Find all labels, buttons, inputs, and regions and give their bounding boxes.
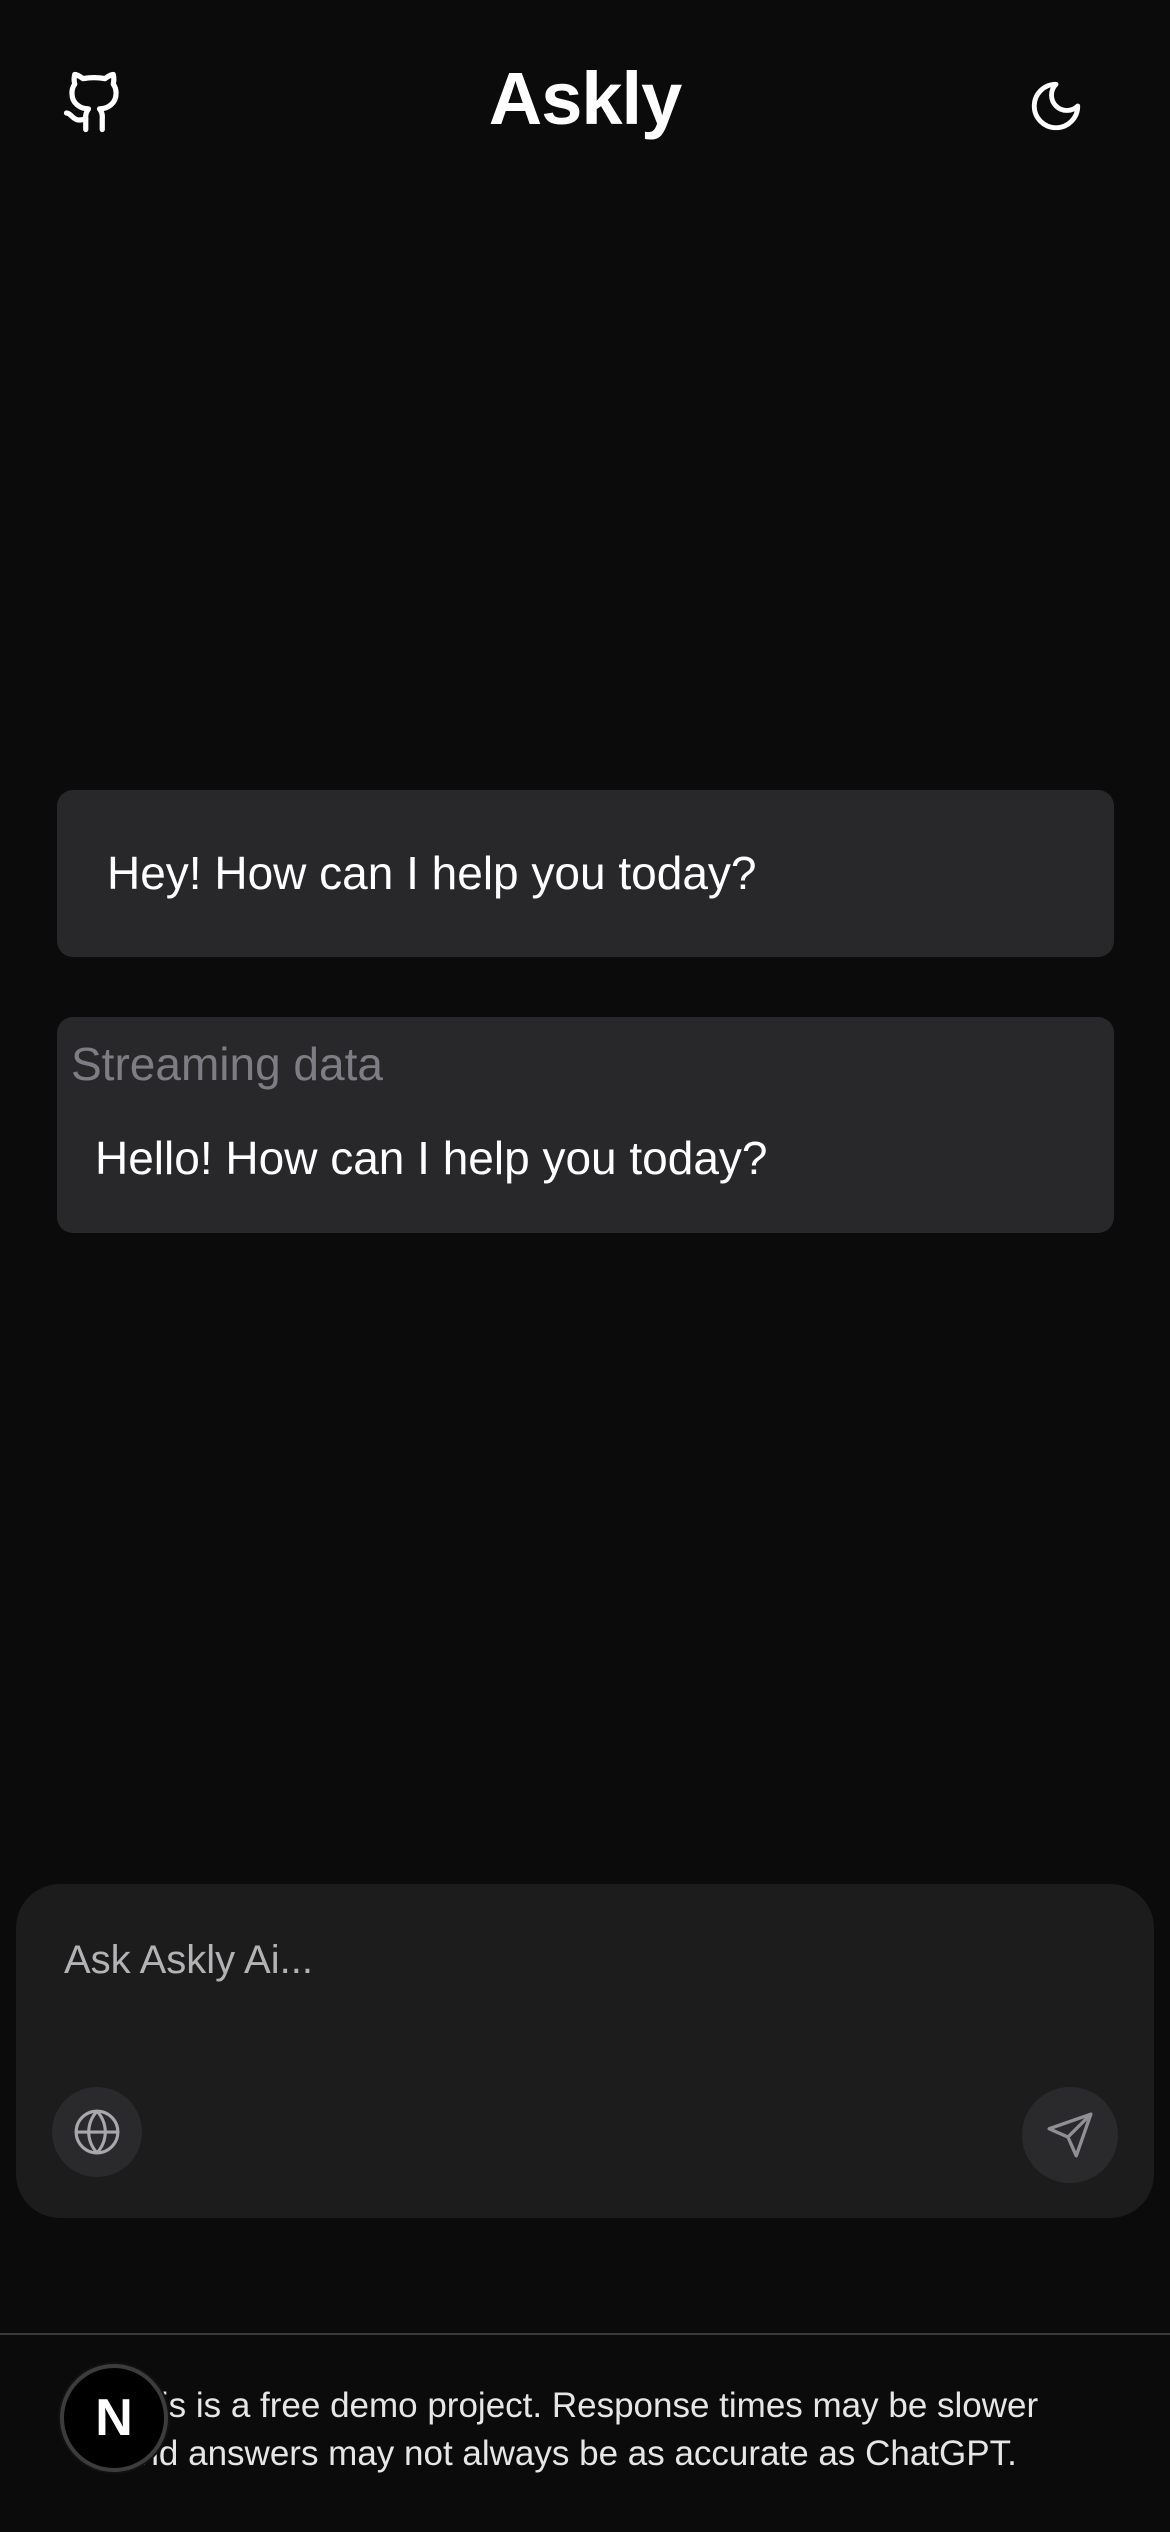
app-root: Askly Hey! How can I help you today? Str…	[0, 0, 1170, 2532]
message-text: Hello! How can I help you today?	[95, 1132, 768, 1184]
nextjs-badge[interactable]: N	[60, 2364, 168, 2472]
chat-input[interactable]	[64, 1920, 1104, 2000]
send-button[interactable]	[1022, 2087, 1118, 2183]
composer	[16, 1884, 1154, 2218]
globe-icon	[74, 2109, 120, 2155]
web-search-button[interactable]	[52, 2087, 142, 2177]
message-text: Hey! How can I help you today?	[107, 847, 757, 899]
assistant-message: Hey! How can I help you today?	[57, 790, 1114, 957]
app-title: Askly	[488, 57, 682, 140]
footer-notice-line: This is a free demo project. Response ti…	[120, 2386, 1039, 2425]
streaming-status: Streaming data	[71, 1038, 383, 1090]
send-icon	[1047, 2112, 1093, 2158]
header: Askly	[0, 0, 1170, 210]
footer-notice: This is a free demo project. Response ti…	[120, 2382, 1120, 2478]
theme-toggle-button[interactable]	[1020, 70, 1092, 142]
footer-divider	[0, 2333, 1170, 2335]
moon-icon	[1031, 81, 1081, 131]
footer-notice-line: and answers may not always be as accurat…	[120, 2434, 1017, 2473]
assistant-message-streaming: Streaming data Hello! How can I help you…	[57, 1017, 1114, 1233]
